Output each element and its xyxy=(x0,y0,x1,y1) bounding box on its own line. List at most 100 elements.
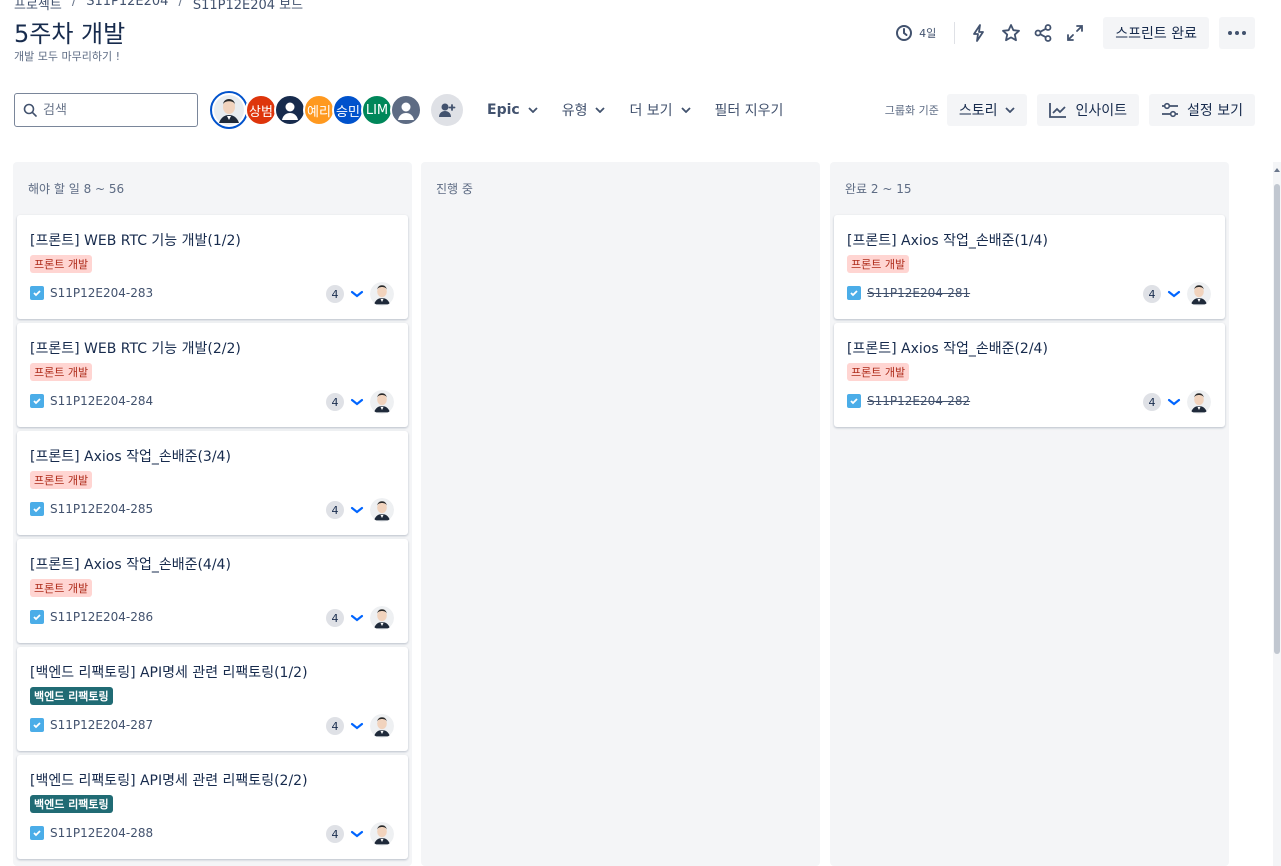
story-points: 4 xyxy=(326,501,344,519)
issue-key[interactable]: S11P12E204-283 xyxy=(50,286,153,300)
lightning-icon xyxy=(973,24,985,42)
avatar-sangbeom[interactable]: 상범 xyxy=(245,94,277,126)
issue-card[interactable]: [프론트] WEB RTC 기능 개발(2/2) 프론트 개발 S11P12E2… xyxy=(17,323,408,427)
fullscreen-button[interactable] xyxy=(1059,17,1091,49)
issue-key[interactable]: S11P12E204-288 xyxy=(50,826,153,840)
priority-low-icon xyxy=(1167,398,1181,406)
avatar-initials: 승민 xyxy=(336,104,360,120)
issue-key[interactable]: S11P12E204-286 xyxy=(50,610,153,624)
column-header: 완료 2 ~ 15 xyxy=(845,182,912,196)
type-filter[interactable]: 유형 xyxy=(562,100,606,120)
issue-key-row: S11P12E204-286 xyxy=(30,610,153,624)
issue-key-row: S11P12E204-282 xyxy=(847,394,970,408)
more-filters-label: 더 보기 xyxy=(629,103,673,119)
checkbox-task-icon xyxy=(30,394,44,408)
issue-title: [프론트] Axios 작업_손배준(1/4) xyxy=(847,233,1048,249)
complete-sprint-button[interactable]: 스프린트 완료 xyxy=(1103,17,1209,49)
issue-key[interactable]: S11P12E204-282 xyxy=(867,394,970,408)
priority-low-icon xyxy=(350,722,364,730)
avatar-user[interactable] xyxy=(274,94,306,126)
more-actions-button[interactable] xyxy=(1219,17,1255,49)
avatar-current-user[interactable] xyxy=(210,91,248,129)
epic-filter-label: Epic xyxy=(487,102,520,118)
sliders-icon xyxy=(1162,102,1179,118)
avatar-lim[interactable]: LIM xyxy=(361,94,393,126)
issue-card[interactable]: [백엔드 리팩토링] API명세 관련 리팩토링(1/2) 백엔드 리팩토링 S… xyxy=(17,647,408,751)
issue-title: [프론트] Axios 작업_손배준(4/4) xyxy=(30,557,231,573)
issue-key-row: S11P12E204-281 xyxy=(847,286,970,300)
expand-icon xyxy=(1067,25,1084,41)
avatar-initials: LIM xyxy=(365,102,389,118)
star-button[interactable] xyxy=(995,17,1027,49)
days-remaining[interactable]: 4일 xyxy=(895,24,936,42)
issue-meta: 4 xyxy=(326,498,394,522)
page-title: 5주차 개발 xyxy=(14,20,126,48)
view-settings-button[interactable]: 설정 보기 xyxy=(1149,94,1255,126)
avatar-initials: 상범 xyxy=(249,104,273,120)
chevron-down-icon xyxy=(595,107,606,113)
assignee-avatar[interactable] xyxy=(370,282,394,306)
story-points: 4 xyxy=(1143,285,1161,303)
issue-card[interactable]: [백엔드 리팩토링] API명세 관련 리팩토링(2/2) 백엔드 리팩토링 S… xyxy=(17,755,408,859)
issue-card[interactable]: [프론트] Axios 작업_손배준(2/4) 프론트 개발 S11P12E20… xyxy=(834,323,1225,427)
board-scrollbar[interactable] xyxy=(1273,162,1281,866)
column-todo: 해야 할 일 8 ~ 56 [프론트] WEB RTC 기능 개발(1/2) 프… xyxy=(13,162,412,866)
avatar-user-unassigned[interactable] xyxy=(390,94,422,126)
search-icon xyxy=(23,103,37,117)
search-input[interactable] xyxy=(43,102,183,118)
issue-label: 프론트 개발 xyxy=(847,255,910,273)
divider xyxy=(954,22,956,44)
issue-card[interactable]: [프론트] Axios 작업_손배준(1/4) 프론트 개발 S11P12E20… xyxy=(834,215,1225,319)
assignee-avatar[interactable] xyxy=(1187,390,1211,414)
column-header: 해야 할 일 8 ~ 56 xyxy=(28,182,125,196)
group-by-label: 그룹화 기준 xyxy=(884,104,939,117)
issue-meta: 4 xyxy=(326,714,394,738)
assignee-avatar[interactable] xyxy=(370,390,394,414)
assignee-avatar[interactable] xyxy=(370,822,394,846)
breadcrumb-projects[interactable]: 프로젝트 xyxy=(14,0,62,13)
assignee-avatar[interactable] xyxy=(370,606,394,630)
avatar-yeri[interactable]: 예리 xyxy=(303,94,335,126)
chevron-down-icon xyxy=(528,107,538,113)
issue-label: 프론트 개발 xyxy=(30,579,93,597)
issue-key-row: S11P12E204-283 xyxy=(30,286,153,300)
issue-card[interactable]: [프론트] WEB RTC 기능 개발(1/2) 프론트 개발 S11P12E2… xyxy=(17,215,408,319)
add-people-button[interactable] xyxy=(431,94,463,126)
clear-filters-button[interactable]: 필터 지우기 xyxy=(715,100,784,120)
issue-label: 프론트 개발 xyxy=(847,363,910,381)
issue-key[interactable]: S11P12E204-281 xyxy=(867,286,970,300)
avatar-initials: 예리 xyxy=(307,104,331,120)
breadcrumb-separator: / xyxy=(178,0,183,9)
share-button[interactable] xyxy=(1027,17,1059,49)
group-by-select[interactable]: 스토리 xyxy=(946,94,1028,126)
more-horizontal-icon xyxy=(1228,31,1246,35)
issue-key[interactable]: S11P12E204-284 xyxy=(50,394,153,408)
issue-card[interactable]: [프론트] Axios 작업_손배준(4/4) 프론트 개발 S11P12E20… xyxy=(17,539,408,643)
avatar-seungmin[interactable]: 승민 xyxy=(332,94,364,126)
checkbox-task-icon xyxy=(847,286,861,300)
issue-title: [백엔드 리팩토링] API명세 관련 리팩토링(2/2) xyxy=(30,773,308,789)
issue-meta: 4 xyxy=(1143,282,1211,306)
board-toolbar: 상범 예리 승민 LIM Epic 유형 더 보기 필터 지우기 그룹화 기준 … xyxy=(14,91,1255,129)
epic-filter[interactable]: Epic xyxy=(487,102,538,118)
automation-button[interactable] xyxy=(963,17,995,49)
breadcrumb-project[interactable]: S11P12E204 xyxy=(86,0,168,13)
issue-label: 프론트 개발 xyxy=(30,471,93,489)
clock-icon xyxy=(896,25,913,41)
breadcrumb-board[interactable]: S11P12E204 보드 xyxy=(193,0,303,13)
assignee-avatar[interactable] xyxy=(370,714,394,738)
scroll-up-arrow[interactable] xyxy=(1274,168,1280,172)
scrollbar-thumb[interactable] xyxy=(1274,184,1280,654)
issue-card[interactable]: [프론트] Axios 작업_손배준(3/4) 프론트 개발 S11P12E20… xyxy=(17,431,408,535)
issue-key[interactable]: S11P12E204-285 xyxy=(50,502,153,516)
assignee-avatar[interactable] xyxy=(370,498,394,522)
issue-key[interactable]: S11P12E204-287 xyxy=(50,718,153,732)
issue-key-row: S11P12E204-285 xyxy=(30,502,153,516)
star-icon xyxy=(1002,24,1021,42)
group-by-value: 스토리 xyxy=(958,103,998,119)
insights-button[interactable]: 인사이트 xyxy=(1037,94,1140,126)
people-filter: 상범 예리 승민 LIM xyxy=(210,91,422,129)
assignee-avatar[interactable] xyxy=(1187,282,1211,306)
share-icon xyxy=(1034,24,1052,42)
more-filters[interactable]: 더 보기 xyxy=(629,100,691,120)
